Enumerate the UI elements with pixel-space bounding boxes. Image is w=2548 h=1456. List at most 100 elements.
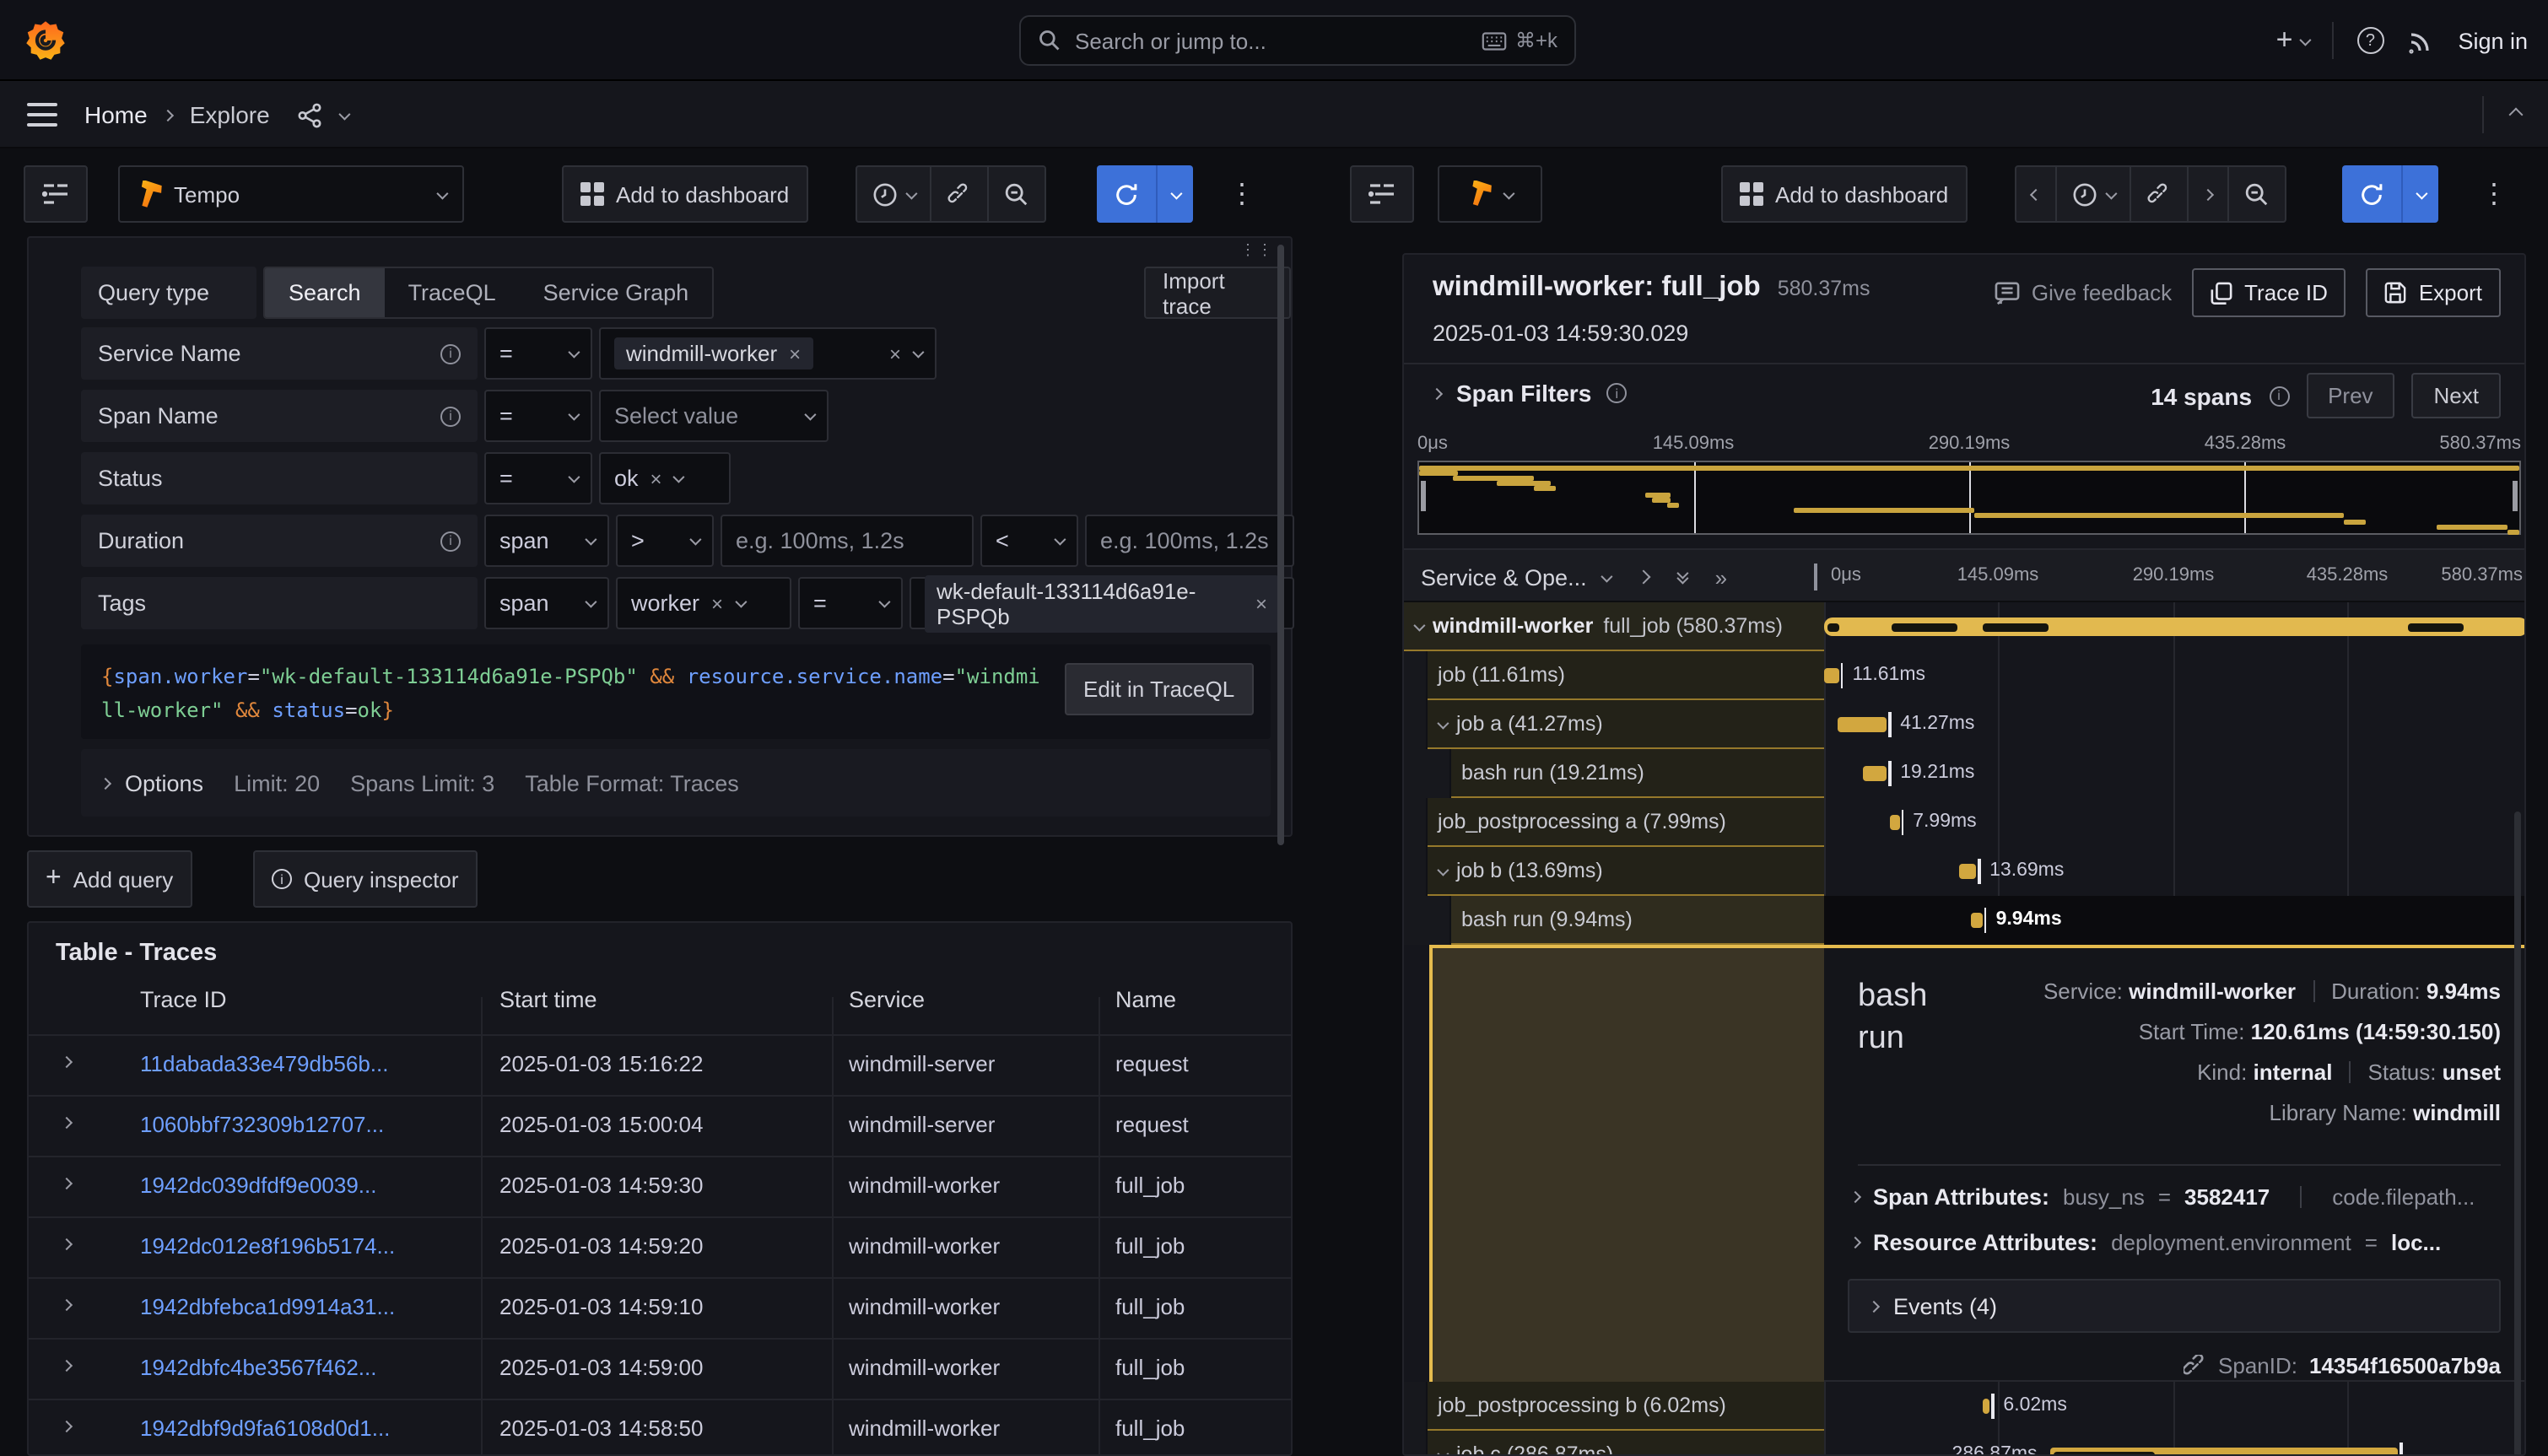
service-name-value[interactable]: windmill-worker× × (599, 327, 937, 380)
tags-operator[interactable]: = (798, 577, 903, 629)
span-bar[interactable] (1837, 717, 1887, 732)
datasource-picker[interactable]: Tempo (118, 165, 464, 223)
breadcrumb-home[interactable]: Home (84, 101, 148, 128)
expand-row-icon[interactable] (61, 1117, 73, 1129)
span-expand-chevron-icon[interactable] (1437, 1448, 1449, 1456)
trace-id-link[interactable]: 1942dbf9d9fa6108d0d1... (140, 1416, 390, 1441)
duration-scope[interactable]: span (484, 515, 609, 567)
duration-max-input[interactable]: e.g. 100ms, 1.2s (1085, 515, 1294, 567)
trace-id-link[interactable]: 1942dbfebca1d9914a31... (140, 1294, 395, 1319)
column-resize-handle[interactable] (1814, 564, 1817, 590)
service-name-operator[interactable]: = (484, 327, 592, 380)
remove-chip-icon[interactable]: × (711, 591, 723, 615)
span-name-cell[interactable]: job_postprocessing a (7.99ms) (1404, 798, 1824, 847)
span-filters-label[interactable]: Span Filters (1456, 380, 1591, 407)
remove-chip-icon[interactable]: × (1255, 591, 1267, 615)
col-header-name[interactable]: Name (1115, 987, 1176, 1012)
run-query-interval-dropdown[interactable] (1156, 165, 1193, 223)
sign-in-link[interactable]: Sign in (2458, 28, 2528, 53)
add-query-button[interactable]: +Add query (27, 850, 192, 908)
link-icon[interactable] (2183, 1354, 2206, 1378)
expand-row-icon[interactable] (61, 1056, 73, 1068)
span-row[interactable]: bash run (19.21ms)19.21ms (1404, 749, 2526, 798)
span-name[interactable]: job b (13.69ms) (1428, 847, 1824, 896)
span-row[interactable]: job a (41.27ms)41.27ms (1404, 700, 2526, 749)
expand-row-icon[interactable] (61, 1238, 73, 1250)
span-name-cell[interactable]: job a (41.27ms) (1404, 700, 1824, 749)
run-query-interval-dropdown[interactable] (2401, 165, 2438, 223)
span-row-selected[interactable]: bash run (9.94ms)9.94ms (1404, 896, 2526, 945)
share-icon[interactable] (297, 102, 322, 127)
query-inspector-button[interactable]: iQuery inspector (253, 850, 478, 908)
span-name-cell[interactable]: job c (286.87ms) (1404, 1431, 1824, 1456)
add-to-dashboard-button-right[interactable]: Add to dashboard (1721, 165, 1967, 223)
span-name[interactable]: job c (286.87ms) (1428, 1431, 1824, 1456)
span-bar[interactable] (1864, 766, 1887, 781)
trace-id-link[interactable]: 1942dbfc4be3567f462... (140, 1355, 377, 1380)
span-bar[interactable] (1824, 617, 2526, 636)
span-bar[interactable] (1890, 815, 1900, 830)
query-type-tab-service-graph[interactable]: Service Graph (520, 268, 713, 317)
span-name[interactable]: job a (41.27ms) (1428, 700, 1824, 749)
attributes-accordion[interactable]: Resource Attributes: deployment.environm… (1851, 1230, 2501, 1255)
col-header-trace-id[interactable]: Trace ID (140, 987, 227, 1012)
expand-row-icon[interactable] (61, 1178, 73, 1189)
collapse-chevron-icon[interactable] (2509, 108, 2524, 122)
span-name-cell[interactable]: bash run (19.21ms) (1404, 749, 1824, 798)
trace-id-link[interactable]: 1060bbf732309b12707... (140, 1112, 384, 1137)
datasource-picker-right[interactable] (1438, 165, 1542, 223)
panel-drag-handle[interactable]: ⋮⋮ (1240, 241, 1274, 260)
duration-op-gt[interactable]: > (616, 515, 714, 567)
duration-op-lt[interactable]: < (980, 515, 1078, 567)
export-button[interactable]: Export (2367, 268, 2501, 317)
span-row[interactable]: job_postprocessing a (7.99ms)7.99ms (1404, 798, 2526, 847)
tags-value[interactable]: wk-default-133114d6a91e-PSPQb× (910, 577, 1294, 629)
copy-link-button[interactable] (2131, 167, 2189, 221)
attributes-accordion[interactable]: Span Attributes: busy_ns = 3582417code.f… (1851, 1184, 2501, 1210)
trace-id-link[interactable]: 1942dc039dfdf9e0039... (140, 1173, 377, 1198)
span-timeline-cell[interactable]: 6.02ms (1824, 1382, 2526, 1431)
minimap-right-handle[interactable] (2513, 481, 2518, 511)
span-timeline-cell[interactable]: 286.87ms (1824, 1431, 2526, 1456)
span-bar[interactable] (1983, 1399, 1990, 1414)
run-query-button[interactable] (1097, 165, 1156, 223)
span-name[interactable]: job (11.61ms) (1428, 651, 1824, 700)
chevron-down-icon[interactable] (1601, 570, 1613, 582)
clear-icon[interactable]: × (889, 342, 901, 365)
status-operator[interactable]: = (484, 452, 592, 504)
next-span-button[interactable]: Next (2412, 373, 2501, 418)
time-shift-right-button[interactable] (2189, 167, 2229, 221)
edit-in-traceql-button[interactable]: Edit in TraceQL (1065, 663, 1253, 715)
span-row[interactable]: job b (13.69ms)13.69ms (1404, 847, 2526, 896)
span-name[interactable]: job_postprocessing b (6.02ms) (1428, 1382, 1824, 1431)
expand-all-icon[interactable]: » (1715, 564, 1727, 590)
span-expand-chevron-icon[interactable] (1437, 864, 1449, 876)
trace-panel-scrollbar[interactable] (2514, 812, 2521, 1456)
span-row[interactable]: job_postprocessing b (6.02ms)6.02ms (1404, 1382, 2526, 1431)
trace-id-link[interactable]: 11dabada33e479db56b... (140, 1051, 389, 1076)
grafana-logo[interactable] (24, 19, 67, 62)
span-row[interactable]: job (11.61ms)11.61ms (1404, 651, 2526, 700)
minimap-left-handle[interactable] (1421, 481, 1426, 511)
expand-row-icon[interactable] (61, 1421, 73, 1432)
tags-scope[interactable]: span (484, 577, 609, 629)
explore-menu-chevron-icon[interactable] (338, 108, 350, 120)
trace-id-button[interactable]: Trace ID (2192, 268, 2346, 317)
chevron-right-icon[interactable] (1849, 1191, 1861, 1203)
span-timeline-cell[interactable]: 11.61ms (1824, 651, 2526, 700)
span-bar[interactable] (1825, 668, 1839, 683)
span-bar[interactable] (1959, 864, 1976, 879)
span-timeline-cell[interactable]: 41.27ms (1824, 700, 2526, 749)
col-header-start-time[interactable]: Start time (499, 987, 597, 1012)
run-query-button[interactable] (2342, 165, 2401, 223)
span-timeline-cell[interactable]: 13.69ms (1824, 847, 2526, 896)
time-picker-button[interactable] (857, 167, 931, 221)
query-options-row[interactable]: Options Limit: 20 Spans Limit: 3 Table F… (81, 749, 1271, 817)
trace-minimap[interactable] (1417, 461, 2521, 535)
span-name-cell[interactable]: bash run (9.94ms) (1404, 896, 1824, 945)
span-name[interactable]: job_postprocessing a (7.99ms) (1428, 798, 1824, 847)
query-outline-button[interactable] (24, 165, 88, 223)
span-name-cell[interactable]: windmill-workerfull_job (580.37ms) (1404, 602, 1824, 651)
left-pane-kebab-menu[interactable]: ⋮ (1228, 177, 1255, 211)
time-shift-left-button[interactable] (2016, 167, 2057, 221)
